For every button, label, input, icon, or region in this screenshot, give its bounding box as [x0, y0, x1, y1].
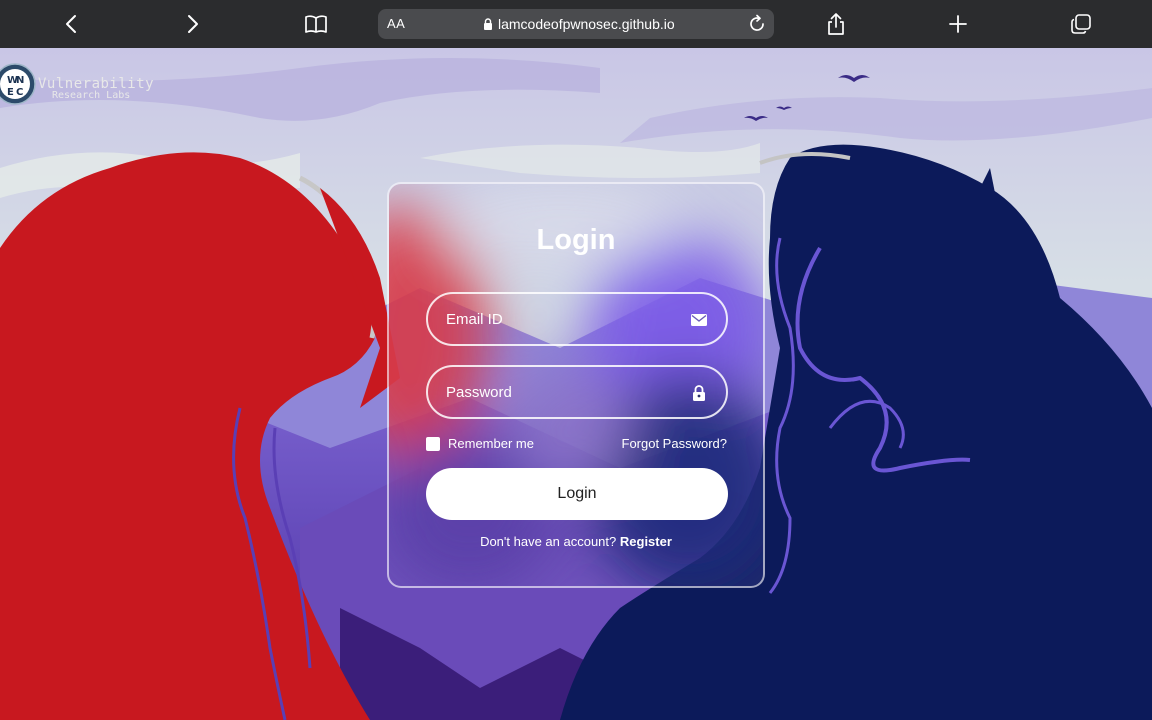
- text-size-button[interactable]: AA: [387, 16, 405, 31]
- browser-toolbar: AA lamcodeofpwnosec.github.io: [0, 0, 1152, 48]
- envelope-icon: [691, 314, 707, 326]
- reload-icon: [750, 14, 764, 31]
- chevron-left-icon: [66, 15, 76, 33]
- register-prompt: Don't have an account? Register: [389, 534, 763, 549]
- remember-me-checkbox[interactable]: [426, 436, 440, 451]
- email-input[interactable]: [428, 294, 726, 344]
- address-bar[interactable]: AA lamcodeofpwnosec.github.io: [378, 9, 774, 39]
- forgot-password-link[interactable]: Forgot Password?: [622, 436, 728, 451]
- remember-me-option[interactable]: Remember me: [426, 436, 534, 451]
- tabs-button[interactable]: [1065, 8, 1097, 40]
- web-page: W N E C Vulnerability Research Labs Logi…: [0, 48, 1152, 720]
- share-button[interactable]: [820, 8, 852, 40]
- text-size-label: AA: [387, 16, 406, 31]
- book-icon: [305, 15, 327, 33]
- logo-letter-c: C: [16, 87, 23, 98]
- site-logo[interactable]: W N E C: [0, 56, 36, 112]
- brand-line-1: Vulnerability: [38, 76, 155, 92]
- lock-icon: [484, 18, 492, 30]
- url-text: lamcodeofpwnosec.github.io: [498, 16, 675, 32]
- share-icon: [828, 13, 844, 35]
- tabs-icon: [1071, 14, 1091, 34]
- forward-button[interactable]: [177, 8, 209, 40]
- login-card: Login Remember me Forgot Password? Login…: [387, 182, 765, 588]
- new-tab-button[interactable]: [942, 8, 974, 40]
- email-field: [426, 292, 728, 346]
- password-input[interactable]: [428, 367, 726, 417]
- login-button[interactable]: Login: [426, 468, 728, 520]
- no-account-text: Don't have an account?: [480, 534, 617, 549]
- brand-name: Vulnerability Research Labs: [38, 76, 155, 102]
- lock-icon: [693, 385, 705, 401]
- register-link[interactable]: Register: [620, 534, 672, 549]
- chevron-right-icon: [188, 15, 198, 33]
- url-display[interactable]: lamcodeofpwnosec.github.io: [483, 16, 675, 32]
- remember-me-label: Remember me: [448, 436, 534, 451]
- plus-icon: [949, 15, 967, 33]
- logo-letter-n: N: [16, 75, 24, 86]
- logo-letter-e: E: [7, 87, 14, 98]
- password-field: [426, 365, 728, 419]
- reload-button[interactable]: [746, 13, 768, 35]
- back-button[interactable]: [55, 8, 87, 40]
- login-title: Login: [536, 224, 616, 256]
- reader-button[interactable]: [300, 8, 332, 40]
